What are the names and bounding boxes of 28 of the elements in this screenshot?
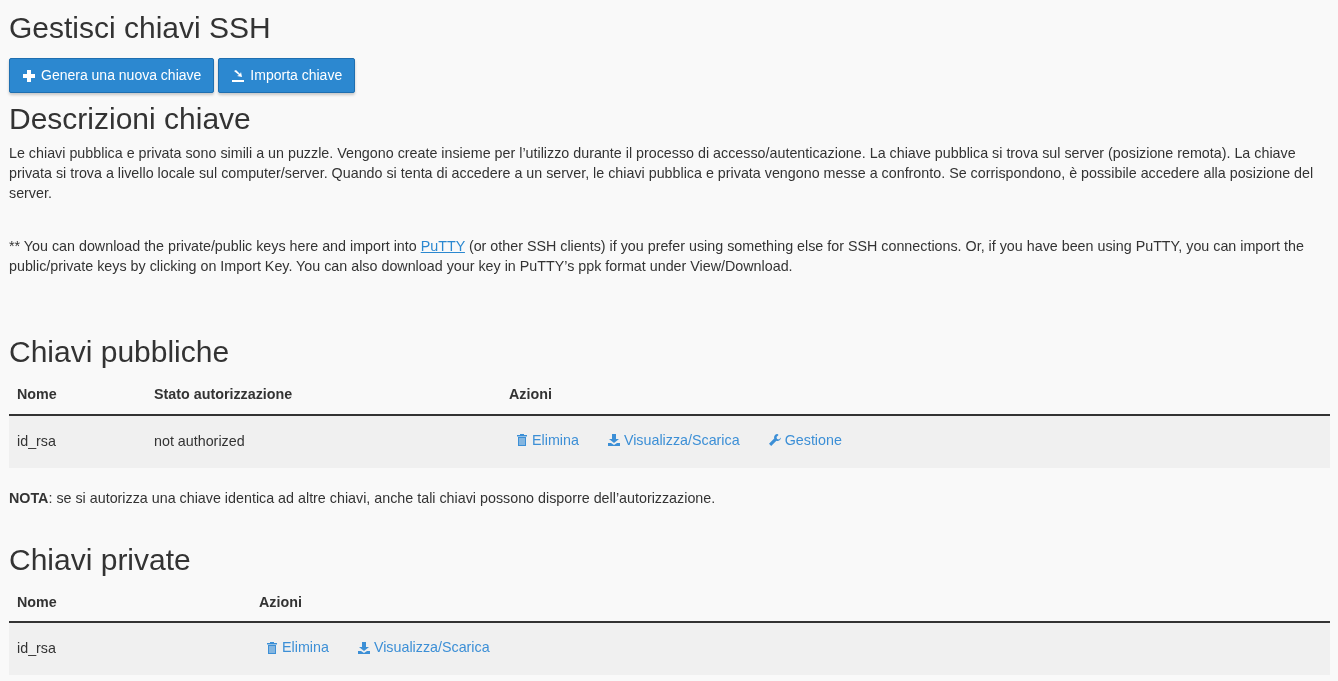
nota-text: NOTA: se si autorizza una chiave identica ad altre chiavi, anche tali chiavi possono disporre dell’autorizzazione. bbox=[9, 488, 717, 508]
description-text: Le chiavi pubblica e privata sono simili a un puzzle. Vengono create insieme per l’utilizzo durante il processo di accesso/autenticazione. La chiave pubblica si trova sul server (posizione remota). La chiave privata si trova a livello locale sul computer/server. Quando si tenta di accedere a un server, le chiavi pubblica e privata vengono messe a confronto. Se corrispondono, è possibile accedere alla posizione del server. bbox=[9, 144, 1315, 204]
toolbar-button[interactable]: Importa chiave bbox=[218, 58, 356, 93]
action-link[interactable]: Gestione bbox=[767, 429, 842, 451]
column-header: Stato autorizzazione bbox=[146, 376, 501, 415]
section-heading: Chiavi pubbliche bbox=[9, 334, 231, 371]
putty-link[interactable]: PuTTY bbox=[420, 238, 465, 255]
column-header: Azioni bbox=[501, 376, 1330, 415]
trash-icon bbox=[515, 433, 529, 448]
table-cell: id_rsa bbox=[9, 414, 146, 468]
plus-icon bbox=[22, 68, 36, 83]
section-heading: Descrizioni chiave bbox=[9, 101, 252, 137]
page-title: Gestisci chiavi SSH bbox=[9, 10, 272, 46]
table-cell: id_rsa bbox=[9, 622, 251, 676]
action-link[interactable]: Visualizza/Scarica bbox=[606, 429, 740, 451]
download-icon bbox=[606, 433, 621, 448]
trash-icon bbox=[265, 640, 279, 655]
action-link[interactable]: Elimina bbox=[265, 637, 329, 659]
action-link[interactable]: Visualizza/Scarica bbox=[356, 637, 490, 659]
column-header: Nome bbox=[9, 376, 146, 415]
wrench-icon bbox=[767, 433, 782, 448]
action-link[interactable]: Elimina bbox=[515, 429, 579, 451]
download-icon bbox=[356, 640, 371, 655]
note-text: ** You can download the private/public keys here and import into PuTTY (or other SSH clients) if you prefer using something else for SSH connections. Or, if you have been using PuTTY, you can import the public/private keys by clicking on Import Key. You can also download your key in PuTTY’s ppk format under View/Download. bbox=[9, 237, 1305, 277]
section-heading: Chiavi private bbox=[9, 541, 192, 578]
toolbar-button[interactable]: Genera una nuova chiave bbox=[9, 58, 215, 93]
table-cell: not authorized bbox=[146, 414, 501, 468]
tray-arrow-icon bbox=[231, 68, 246, 83]
